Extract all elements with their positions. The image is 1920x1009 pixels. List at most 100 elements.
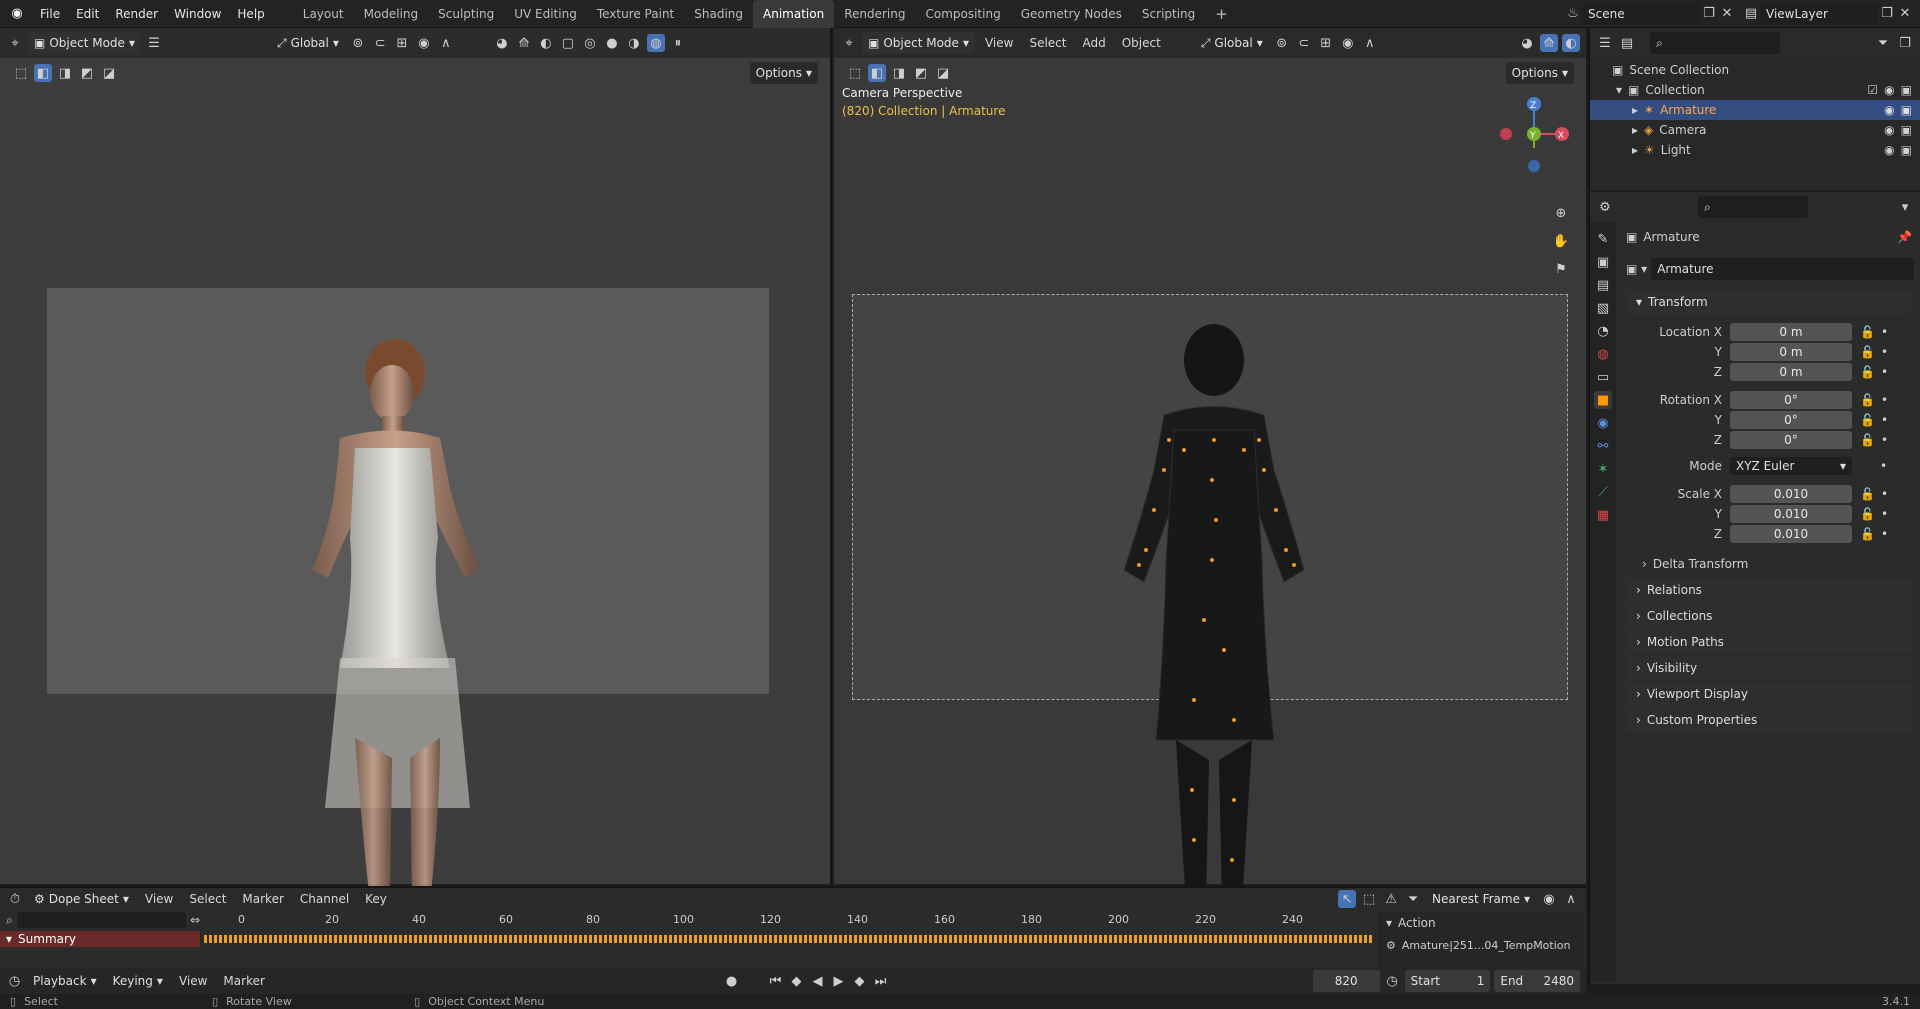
show-hidden-icon[interactable]: ⬚ (1360, 890, 1378, 908)
filter-icon[interactable]: ⏷ (1404, 890, 1422, 908)
proportional-edit-icon[interactable]: ◉ (1540, 890, 1558, 908)
visibility-panel-header[interactable]: › Visibility (1626, 656, 1912, 680)
select-intersect-icon[interactable]: ◪ (100, 64, 118, 82)
select-subtract-icon[interactable]: ◩ (912, 64, 930, 82)
menu-view[interactable]: View (139, 888, 179, 910)
lock-icon[interactable]: 🔓 (1860, 413, 1875, 427)
select-tool-icon[interactable]: ⬚ (846, 64, 864, 82)
editor-type-icon[interactable]: ⌖ (840, 34, 858, 52)
armature-mesh-figure[interactable] (1094, 320, 1334, 910)
proportional-edit-icon[interactable]: ◉ (415, 34, 433, 52)
scale-y-field[interactable]: 0.010 (1730, 505, 1852, 523)
falloff-icon[interactable]: ∧ (1562, 890, 1580, 908)
overlay-icon[interactable]: ◐ (1562, 34, 1580, 52)
jump-end-icon[interactable]: ⏭ (872, 972, 889, 990)
summary-channel[interactable]: ▾ Summary (0, 931, 200, 947)
editor-type-icon[interactable]: ⏱ (6, 890, 24, 908)
keyframe-dot-icon[interactable]: • (1881, 365, 1888, 379)
select-tool-icon[interactable]: ⬚ (12, 64, 30, 82)
custom-properties-panel-header[interactable]: › Custom Properties (1626, 708, 1912, 732)
eye-icon[interactable]: ◉ (1884, 143, 1894, 157)
clock-icon[interactable]: ◷ (1384, 972, 1401, 990)
pivot-icon[interactable]: ⊚ (1273, 34, 1291, 52)
delete-view-layer-icon[interactable]: ✕ (1896, 5, 1914, 23)
view-layer-icon[interactable]: ▤ (1742, 5, 1760, 23)
editor-type-icon[interactable]: ☰ (1596, 34, 1614, 52)
pivot-icon[interactable]: ⊚ (349, 34, 367, 52)
lock-icon[interactable]: 🔓 (1860, 527, 1875, 541)
lock-icon[interactable]: 🔓 (1860, 345, 1875, 359)
tab-compositing[interactable]: Compositing (915, 0, 1010, 28)
outliner-item-armature[interactable]: ▸ ✶ Armature ◉ ▣ (1590, 100, 1920, 120)
editor-type-icon[interactable]: ⌖ (6, 34, 24, 52)
menu-select[interactable]: Select (183, 888, 232, 910)
snap-icon[interactable]: ⊂ (1295, 34, 1313, 52)
outliner-item-light[interactable]: ▸ ☀ Light ◉ ▣ (1612, 140, 1920, 160)
view-layer-field[interactable]: ViewLayer (1760, 2, 1878, 25)
options-button[interactable]: Options ▾ (749, 62, 818, 84)
falloff-icon[interactable]: ∧ (437, 34, 455, 52)
tab-layout[interactable]: Layout (293, 0, 354, 28)
new-collection-icon[interactable]: ❐ (1896, 34, 1914, 52)
menu-object[interactable]: Object (1116, 32, 1167, 54)
tab-geometry-nodes[interactable]: Geometry Nodes (1011, 0, 1132, 28)
menu-marker[interactable]: Marker (236, 888, 289, 910)
display-mode-icon[interactable]: ▤ (1618, 34, 1636, 52)
options-button[interactable]: Options ▾ (1505, 62, 1574, 84)
scale-x-field[interactable]: 0.010 (1730, 485, 1852, 503)
menu-select[interactable]: Select (1023, 32, 1072, 54)
hamburger-icon[interactable]: ☰ (145, 34, 163, 52)
collections-panel-header[interactable]: › Collections (1626, 604, 1912, 628)
tab-uv-editing[interactable]: UV Editing (504, 0, 587, 28)
zoom-icon[interactable]: ⊕ (1552, 204, 1570, 222)
pause-icon[interactable]: ⏸ (669, 34, 687, 52)
add-workspace-button[interactable]: + (1205, 0, 1238, 28)
expand-icon[interactable]: ▸ (1632, 143, 1638, 157)
viewport-display-panel-header[interactable]: › Viewport Display (1626, 682, 1912, 706)
texture-tab-icon[interactable]: ▦ (1594, 506, 1612, 524)
tab-sculpting[interactable]: Sculpting (428, 0, 504, 28)
camera-render-icon[interactable]: ▣ (1901, 143, 1912, 157)
expand-icon[interactable]: ▸ (1632, 123, 1638, 137)
world-tab-icon[interactable]: ◍ (1594, 345, 1612, 363)
location-z-field[interactable]: 0 m (1730, 363, 1852, 381)
checkbox-icon[interactable]: ☑ (1867, 83, 1878, 97)
relations-panel-header[interactable]: › Relations (1626, 578, 1912, 602)
object-type-icon[interactable]: ▣ ▾ (1626, 262, 1647, 276)
keyframe-dot-icon[interactable]: • (1881, 507, 1888, 521)
tool-tab-icon[interactable]: ✎ (1594, 230, 1612, 248)
keyframe-dot-icon[interactable]: • (1881, 325, 1888, 339)
physics-tab-icon[interactable]: ◉ (1594, 414, 1612, 432)
snap-target-icon[interactable]: ⊞ (393, 34, 411, 52)
right-viewport[interactable]: ⌖ ▣ Object Mode ▾ View Select Add Object … (834, 28, 1586, 905)
keyframe-dot-icon[interactable]: • (1881, 433, 1888, 447)
jump-start-icon[interactable]: ⏮ (767, 972, 784, 990)
mode-dropdown[interactable]: ▣ Object Mode ▾ (28, 32, 141, 54)
solid-shading-icon[interactable]: ● (603, 34, 621, 52)
material-shading-icon[interactable]: ◑ (625, 34, 643, 52)
keyframe-dot-icon[interactable]: • (1881, 413, 1888, 427)
pin-icon[interactable]: 📌 (1897, 230, 1912, 244)
action-name-row[interactable]: ⚙ Amature|251...04_TempMotion (1378, 934, 1584, 956)
start-frame-field[interactable]: Start 1 (1404, 970, 1491, 992)
wireframe-shading-icon[interactable]: ◎ (581, 34, 599, 52)
snap-target-icon[interactable]: ⊞ (1317, 34, 1335, 52)
pan-hand-icon[interactable]: ✋ (1552, 232, 1570, 250)
lock-icon[interactable]: 🔓 (1860, 433, 1875, 447)
scene-tab-icon[interactable]: ◔ (1594, 322, 1612, 340)
lock-icon[interactable]: 🔓 (1860, 507, 1875, 521)
rendered-shading-icon[interactable]: ◍ (646, 34, 665, 52)
collection-tab-icon[interactable]: ▭ (1594, 368, 1612, 386)
object-tab-icon[interactable]: ■ (1594, 391, 1612, 409)
snap-mode-dropdown[interactable]: Nearest Frame ▾ (1426, 888, 1536, 910)
play-icon[interactable]: ▶ (830, 972, 847, 990)
visibility-icon[interactable]: ◕ (493, 34, 511, 52)
armature-data-tab-icon[interactable]: ✶ (1594, 460, 1612, 478)
menu-view[interactable]: View (979, 32, 1019, 54)
lock-icon[interactable]: 🔓 (1860, 325, 1875, 339)
scale-z-field[interactable]: 0.010 (1730, 525, 1852, 543)
properties-search[interactable]: ⌕ (1698, 196, 1808, 218)
menu-add[interactable]: Add (1076, 32, 1111, 54)
playback-dropdown[interactable]: Playback ▾ (27, 970, 103, 992)
keyframe-strip[interactable] (204, 935, 1374, 943)
